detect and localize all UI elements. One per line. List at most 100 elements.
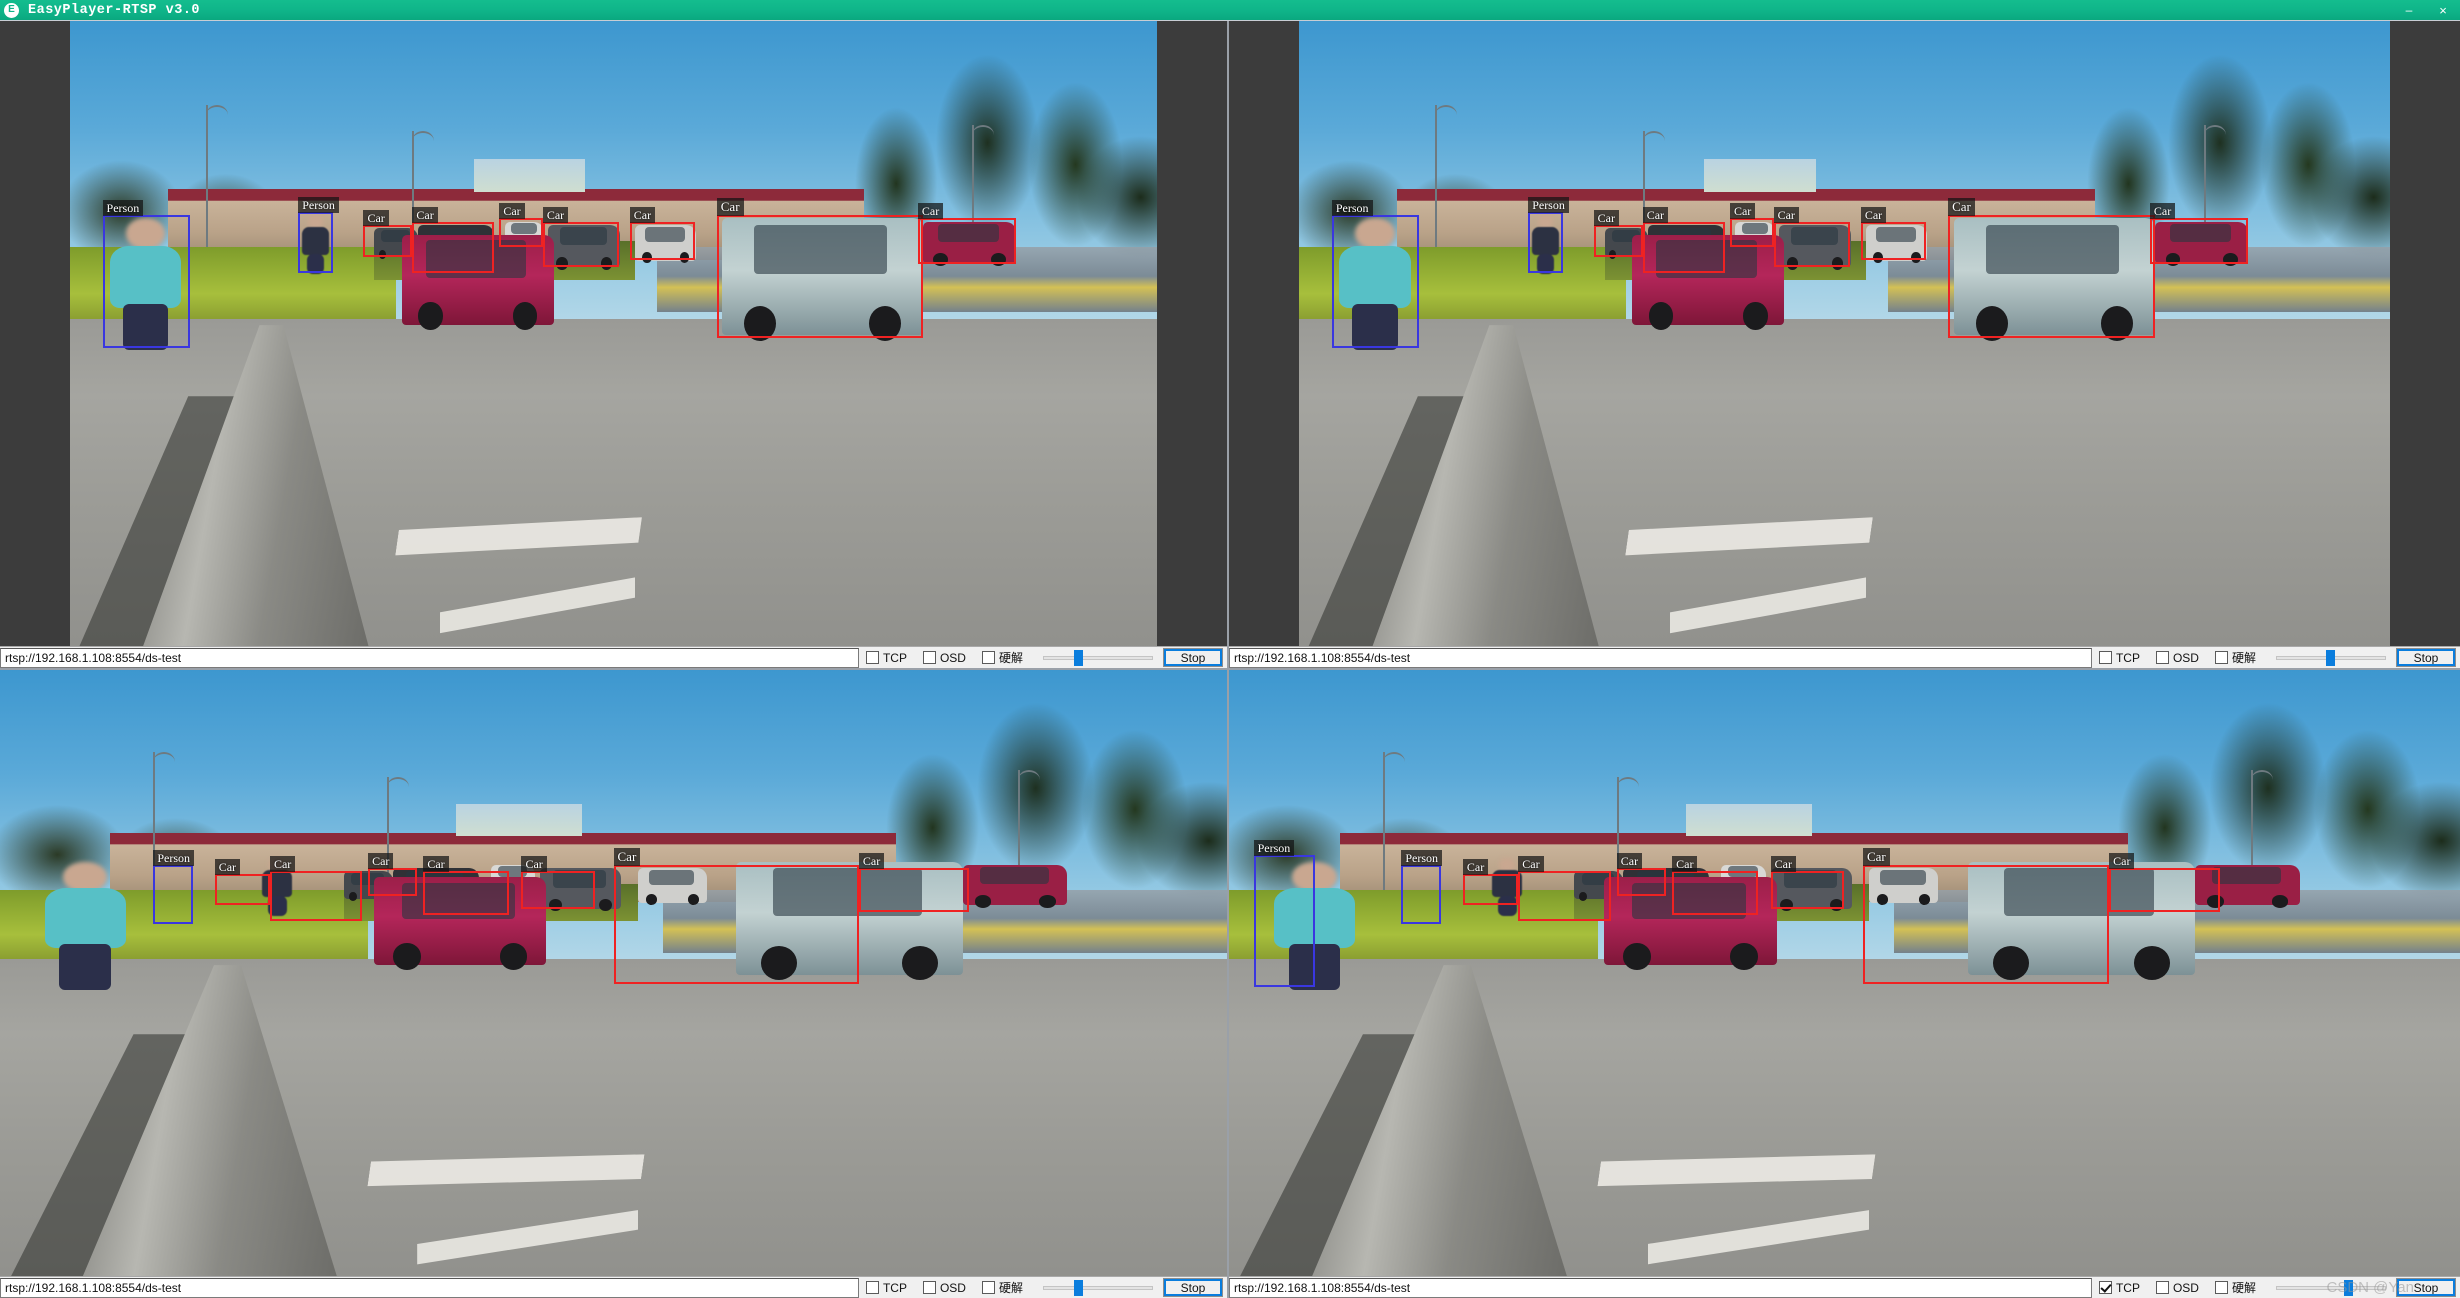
vehicle-maroon — [1604, 877, 1777, 970]
hardware-decode-checkbox-box[interactable] — [981, 1281, 995, 1294]
panel-bottom-left-controls: rtsp://192.168.1.108:8554/ds-test TCP OS… — [0, 1276, 1227, 1298]
osd-checkbox-label: OSD — [939, 650, 966, 665]
rtsp-url-input[interactable]: rtsp://192.168.1.108:8554/ds-test — [0, 647, 859, 668]
tcp-checkbox-box[interactable] — [865, 1281, 879, 1294]
vehicle-silver — [736, 861, 964, 981]
panel-bottom-right-controls: rtsp://192.168.1.108:8554/ds-test TCP OS… — [1229, 1276, 2460, 1298]
panel-top-right[interactable]: Person Person Car Car Car Car Car Car Ca… — [1229, 21, 2460, 668]
pedestrian — [260, 858, 294, 917]
vehicle — [539, 867, 621, 912]
tcp-checkbox-box[interactable] — [2098, 651, 2112, 664]
pedestrian — [1334, 218, 1416, 351]
tcp-checkbox-label: TCP — [2115, 1280, 2140, 1295]
pedestrian — [300, 215, 330, 275]
minimize-button[interactable]: – — [2392, 0, 2426, 20]
hardware-decode-checkbox[interactable]: 硬解 — [981, 649, 1023, 666]
osd-checkbox-label: OSD — [2172, 650, 2199, 665]
osd-checkbox-label: OSD — [2172, 1280, 2199, 1295]
panel-top-left[interactable]: Person Person Car Car Car Car Car Car Ca… — [0, 21, 1227, 668]
vehicle-silver — [722, 218, 924, 341]
tcp-checkbox-box[interactable] — [2098, 1281, 2112, 1294]
osd-checkbox-box[interactable] — [2155, 651, 2169, 664]
window-controls: – × — [2392, 0, 2460, 20]
stop-button[interactable]: Stop — [1163, 648, 1223, 667]
street-lamp — [153, 751, 176, 890]
vehicle — [1779, 224, 1851, 270]
vehicle — [1869, 867, 1939, 905]
vehicle — [1770, 867, 1852, 912]
tcp-checkbox[interactable]: TCP — [865, 651, 907, 665]
vehicle — [638, 867, 707, 905]
vehicle-silver — [1953, 218, 2156, 341]
hardware-decode-checkbox-box[interactable] — [981, 651, 995, 664]
hardware-decode-checkbox-label: 硬解 — [998, 651, 1023, 665]
volume-slider-thumb[interactable] — [2344, 1279, 2354, 1296]
tcp-checkbox-box[interactable] — [865, 651, 879, 664]
video-surface[interactable]: Person Car Car Car Car Car Car Car — [0, 670, 1227, 1298]
pedestrian — [39, 861, 131, 990]
volume-slider[interactable] — [1043, 649, 1153, 667]
street-lamp — [1382, 751, 1405, 890]
osd-checkbox[interactable]: OSD — [2155, 1280, 2199, 1295]
vehicle — [635, 224, 697, 263]
rtsp-url-input[interactable]: rtsp://192.168.1.108:8554/ds-test — [1229, 647, 2092, 668]
tcp-checkbox-label: TCP — [882, 1280, 907, 1295]
osd-checkbox-box[interactable] — [2155, 1281, 2169, 1294]
hardware-decode-checkbox-box[interactable] — [2214, 1281, 2228, 1294]
close-button[interactable]: × — [2426, 0, 2460, 20]
osd-checkbox[interactable]: OSD — [922, 1281, 966, 1295]
hardware-decode-checkbox-label: 硬解 — [2231, 651, 2256, 665]
app-logo-icon: E — [4, 2, 19, 18]
tcp-checkbox[interactable]: TCP — [2098, 1280, 2140, 1295]
vehicle-maroon — [374, 877, 546, 970]
volume-slider[interactable] — [2276, 1279, 2386, 1297]
volume-slider-track — [2276, 1285, 2386, 1290]
volume-slider[interactable] — [1043, 1279, 1153, 1297]
volume-slider-thumb[interactable] — [1073, 649, 1083, 666]
hardware-decode-checkbox[interactable]: 硬解 — [2214, 649, 2256, 666]
panel-bottom-right[interactable]: Person Person Car Car Car Car Car Car Ca… — [1229, 670, 2460, 1298]
street-lamp — [205, 105, 228, 248]
stop-button[interactable]: Stop — [2396, 648, 2456, 667]
vehicle — [2155, 221, 2249, 266]
volume-slider[interactable] — [2276, 649, 2386, 667]
pedestrian — [105, 218, 187, 351]
hardware-decode-checkbox[interactable]: 硬解 — [981, 1279, 1023, 1296]
vehicle — [1866, 224, 1928, 263]
title-bar: E EasyPlayer-RTSP v3.0 – × — [0, 0, 2460, 20]
stop-button[interactable]: Stop — [2396, 1278, 2456, 1297]
vehicle — [2195, 864, 2300, 908]
panel-bottom-left[interactable]: Person Car Car Car Car Car Car Car — [0, 670, 1227, 1298]
vehicle — [548, 224, 620, 270]
tcp-checkbox-label: TCP — [2115, 650, 2140, 665]
stop-button[interactable]: Stop — [1163, 1278, 1223, 1297]
hardware-decode-checkbox-label: 硬解 — [998, 1281, 1023, 1295]
panel-top-right-controls: rtsp://192.168.1.108:8554/ds-test TCP OS… — [1229, 646, 2460, 668]
pedestrian — [1268, 861, 1360, 990]
rtsp-url-input[interactable]: rtsp://192.168.1.108:8554/ds-test — [1229, 1277, 2092, 1298]
video-frame: Person Person Car Car Car Car Car Car Ca… — [1229, 670, 2460, 1298]
video-surface[interactable]: Person Person Car Car Car Car Car Car Ca… — [1229, 670, 2460, 1298]
video-frame: Person Person Car Car Car Car Car Car Ca… — [69, 21, 1158, 668]
street-lamp — [1435, 105, 1458, 248]
volume-slider-thumb[interactable] — [2325, 649, 2335, 666]
pedestrian — [1530, 215, 1561, 275]
rtsp-url-input[interactable]: rtsp://192.168.1.108:8554/ds-test — [0, 1277, 859, 1298]
tcp-checkbox[interactable]: TCP — [865, 1280, 907, 1295]
osd-checkbox[interactable]: OSD — [922, 650, 966, 665]
osd-checkbox[interactable]: OSD — [2155, 650, 2199, 665]
hardware-decode-checkbox[interactable]: 硬解 — [2214, 1279, 2256, 1296]
video-surface[interactable]: Person Person Car Car Car Car Car Car Ca… — [0, 21, 1227, 668]
vehicle-silver — [1967, 861, 2196, 981]
vehicle-maroon — [401, 234, 554, 330]
osd-checkbox-box[interactable] — [922, 1281, 936, 1294]
pedestrian — [1490, 858, 1524, 917]
volume-slider-track — [1043, 655, 1153, 660]
video-frame: Person Car Car Car Car Car Car Car — [0, 670, 1227, 1298]
hardware-decode-checkbox-box[interactable] — [2214, 651, 2228, 664]
vehicle — [923, 221, 1016, 266]
video-surface[interactable]: Person Person Car Car Car Car Car Car Ca… — [1229, 21, 2460, 668]
osd-checkbox-box[interactable] — [922, 651, 936, 664]
tcp-checkbox[interactable]: TCP — [2098, 650, 2140, 665]
volume-slider-thumb[interactable] — [1073, 1279, 1083, 1296]
